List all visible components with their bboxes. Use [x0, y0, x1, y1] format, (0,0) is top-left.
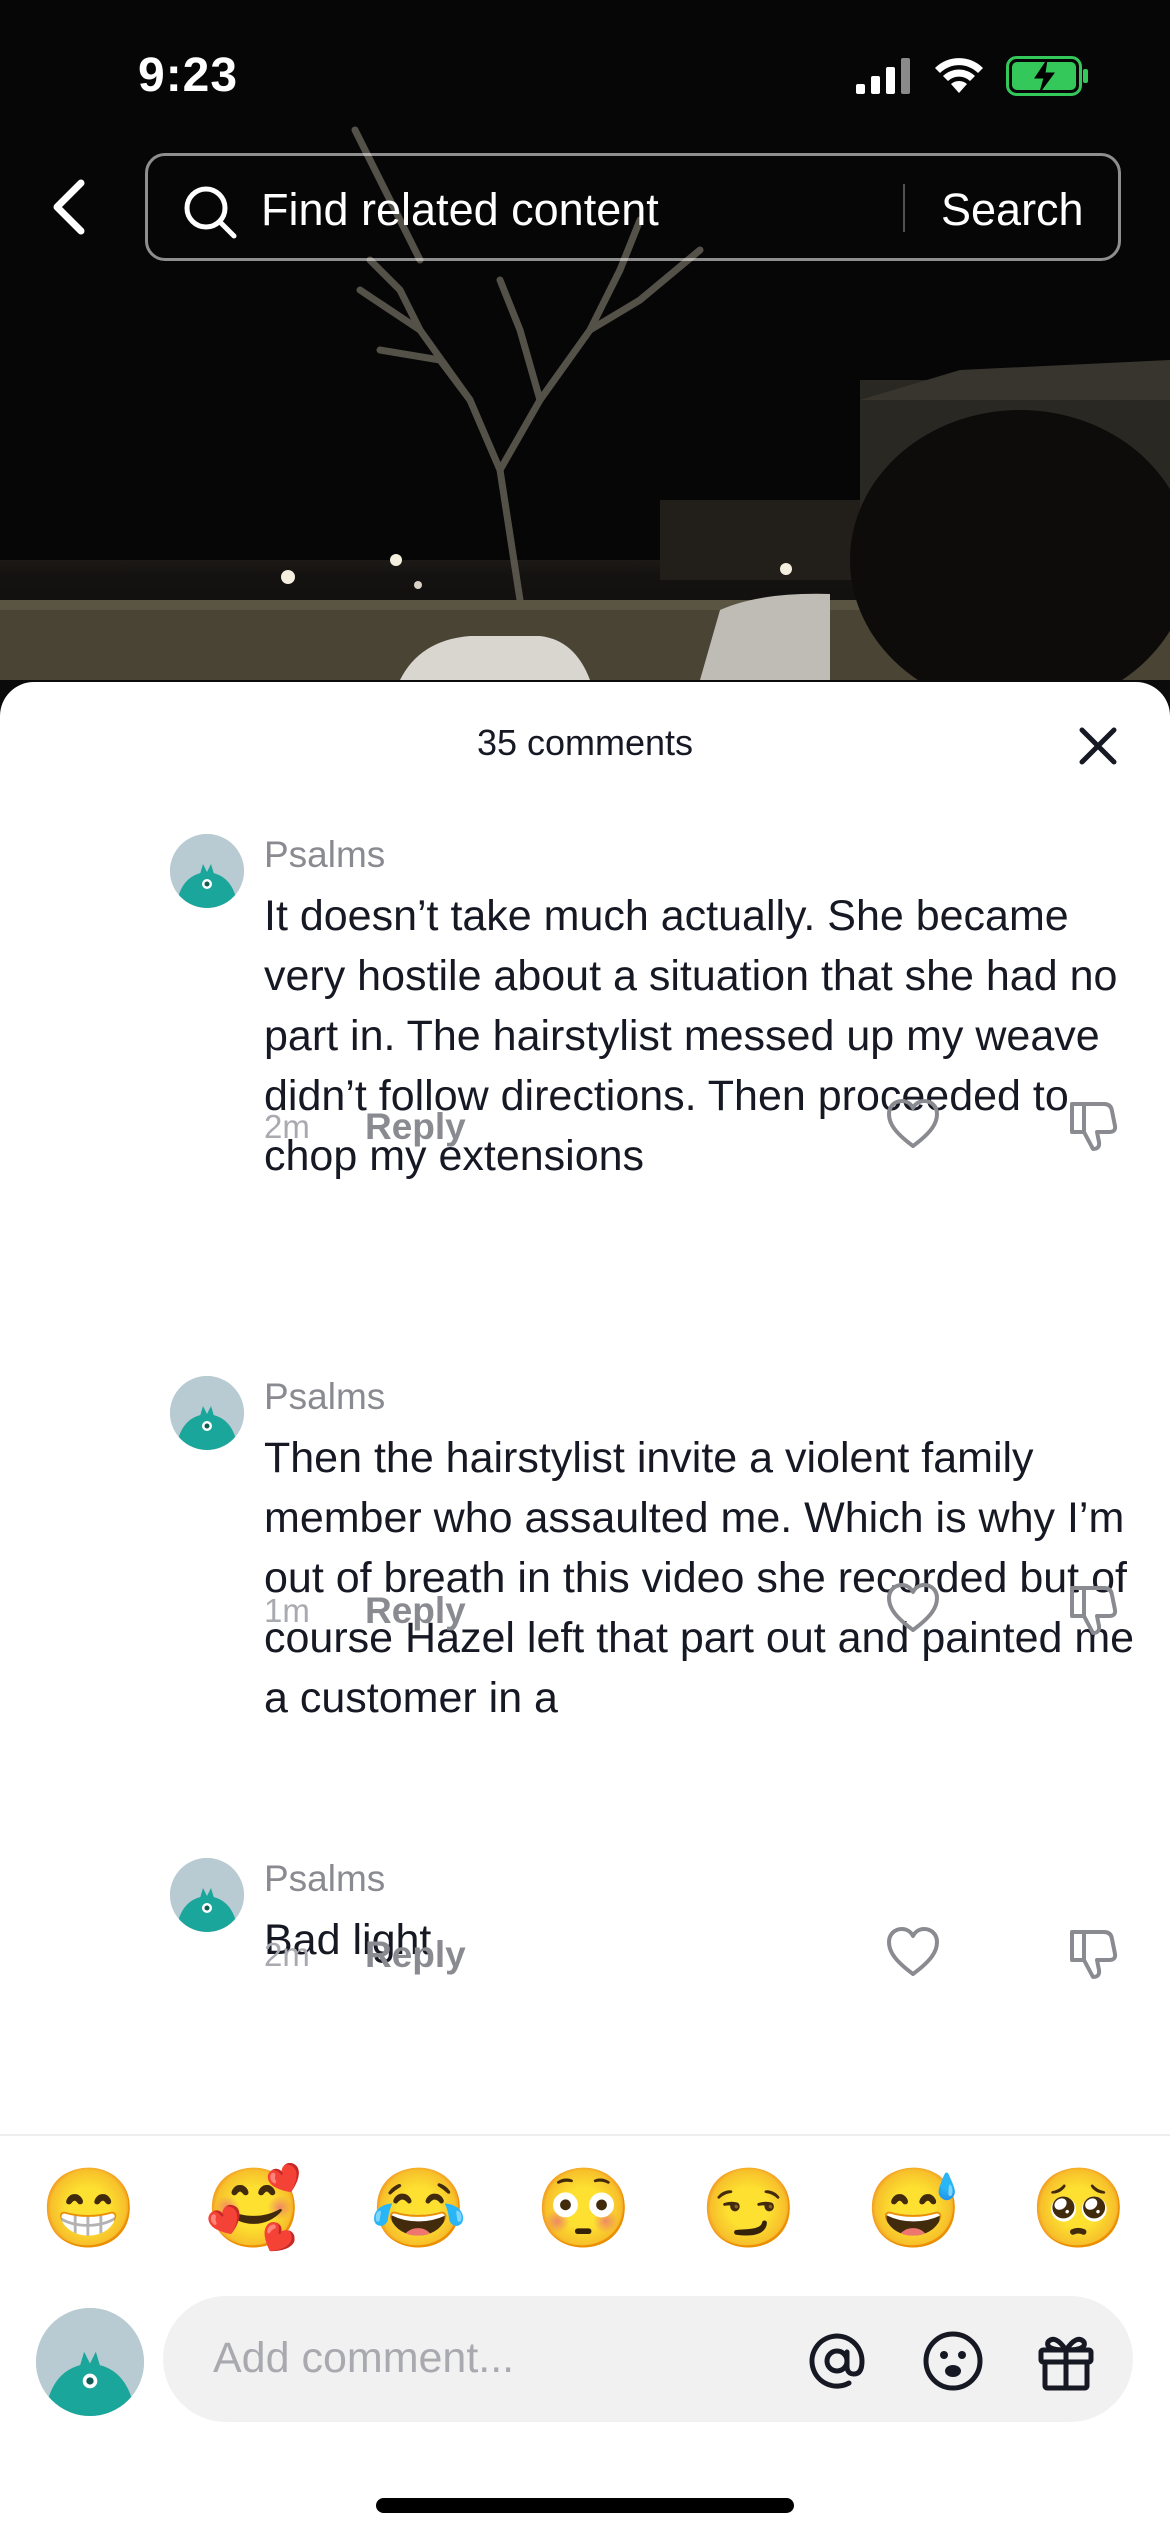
comment-username[interactable]: Psalms — [264, 1858, 385, 1900]
avatar[interactable] — [170, 1376, 244, 1450]
like-button[interactable] — [884, 1924, 942, 1982]
search-bar[interactable]: Find related content Search — [145, 153, 1121, 261]
avatar[interactable] — [170, 1858, 244, 1932]
status-bar: 9:23 — [0, 0, 1170, 140]
heart-icon — [887, 1583, 939, 1632]
search-divider — [903, 184, 905, 232]
add-comment-placeholder: Add comment... — [213, 2334, 515, 2382]
emoji-quick-bar: 😁 🥰 😂 😳 😏 😅 🥺 — [0, 2160, 1170, 2270]
sheet-divider — [0, 2134, 1170, 2136]
emoji-picker-button[interactable] — [920, 2328, 986, 2394]
current-user-avatar — [36, 2308, 144, 2416]
reply-button[interactable]: Reply — [365, 1934, 466, 1976]
thumbs-down-icon — [1070, 1930, 1118, 1979]
home-indicator[interactable] — [376, 2498, 794, 2513]
close-button[interactable] — [1074, 722, 1122, 770]
emoji-laugh-tears-button[interactable]: 😂 — [370, 2160, 467, 2256]
like-button[interactable] — [884, 1580, 942, 1638]
emoji-pleading-button[interactable]: 🥺 — [1030, 2160, 1127, 2256]
comment-username[interactable]: Psalms — [264, 1376, 385, 1418]
emoji-sweat-smile-button[interactable]: 😅 — [865, 2160, 962, 2256]
search-input[interactable]: Find related content — [261, 184, 659, 236]
cellular-signal-icon — [856, 58, 910, 94]
dislike-button[interactable] — [1064, 1580, 1122, 1638]
default-avatar-icon — [170, 1858, 244, 1932]
reply-button[interactable]: Reply — [365, 1106, 466, 1148]
comments-sheet: 35 comments Psalms It doesn’t take much … — [0, 682, 1170, 2532]
emoji-smirk-button[interactable]: 😏 — [700, 2160, 797, 2256]
comments-count-title: 35 comments — [476, 722, 694, 763]
emoji-hearts-face-button[interactable]: 🥰 — [205, 2160, 302, 2256]
default-avatar-icon — [170, 1376, 244, 1450]
emoji-flushed-button[interactable]: 😳 — [535, 2160, 632, 2256]
default-avatar-icon — [170, 834, 244, 908]
wifi-icon — [935, 58, 983, 93]
thumbs-down-icon — [1070, 1102, 1118, 1151]
reply-button[interactable]: Reply — [365, 1590, 466, 1632]
comment-timestamp: 1m — [264, 1592, 310, 1629]
status-icons — [856, 56, 1090, 96]
emoji-grin-button[interactable]: 😁 — [40, 2160, 137, 2256]
dislike-button[interactable] — [1064, 1096, 1122, 1154]
search-button[interactable]: Search — [941, 184, 1084, 236]
gift-button[interactable] — [1033, 2328, 1099, 2394]
dislike-button[interactable] — [1064, 1924, 1122, 1982]
gift-icon — [1038, 2336, 1094, 2391]
at-sign-icon — [809, 2333, 865, 2389]
smiley-face-icon — [923, 2331, 983, 2391]
heart-icon — [887, 1099, 939, 1148]
chevron-left-icon — [53, 179, 85, 235]
comment-timestamp: 2m — [264, 1108, 310, 1145]
avatar[interactable] — [170, 834, 244, 908]
like-button[interactable] — [884, 1096, 942, 1154]
mention-button[interactable] — [804, 2328, 870, 2394]
thumbs-down-icon — [1070, 1586, 1118, 1635]
battery-charging-icon — [1006, 56, 1088, 96]
comment-timestamp: 2m — [264, 1936, 310, 1973]
search-icon — [184, 186, 237, 239]
heart-icon — [887, 1927, 939, 1976]
back-button[interactable] — [40, 172, 98, 242]
add-comment-input[interactable]: Add comment... — [163, 2296, 1133, 2422]
status-time: 9:23 — [138, 49, 239, 102]
comment-text: Then the hairstylist invite a violent fa… — [264, 1434, 1135, 1722]
comment-username[interactable]: Psalms — [264, 834, 385, 876]
default-avatar-icon — [36, 2308, 144, 2416]
close-icon — [1079, 727, 1117, 765]
